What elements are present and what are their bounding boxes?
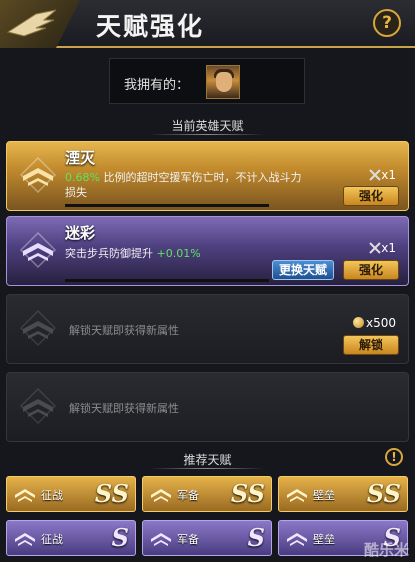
top-bar: 天赋强化 ? — [0, 0, 415, 48]
recommended-talent[interactable]: 军备 S — [142, 520, 272, 556]
rank-chevron-icon — [19, 231, 57, 269]
talent-value: +0.01% — [156, 247, 201, 260]
cost-amount: x500 — [365, 316, 396, 330]
enhance-button[interactable]: 强化 — [343, 260, 399, 280]
replace-talent-button[interactable]: 更换天赋 — [272, 260, 334, 280]
recommended-talent-name: 征战 — [41, 489, 63, 502]
talent-desc-text: 比例的超时空援军伤亡时，不计入战斗力损失 — [65, 171, 302, 199]
current-talent-section-title: 当前英雄天赋 — [171, 119, 244, 133]
info-icon[interactable]: ! — [385, 448, 403, 466]
talent-progress-bar — [65, 204, 269, 207]
unlock-hint: 解锁天赋即获得新属性 — [69, 402, 179, 415]
grade-badge: SS — [94, 479, 129, 508]
grade-badge: SS — [230, 479, 265, 508]
talent-desc-text: 突击步兵防御提升 — [65, 247, 153, 260]
section-divider — [150, 134, 265, 135]
talent-name: 湮灭 — [65, 149, 96, 167]
rank-chevron-icon — [287, 489, 307, 502]
owned-label: 我拥有的： — [124, 78, 190, 93]
rank-chevron-icon — [19, 309, 57, 347]
rank-chevron-icon — [151, 489, 171, 502]
hero-face — [216, 72, 232, 92]
unlock-button[interactable]: 解锁 — [343, 335, 399, 355]
site-watermark: 酷乐米 — [363, 541, 409, 559]
talent-card-locked[interactable]: 解锁天赋即获得新属性 — [6, 372, 409, 442]
rank-chevron-icon — [19, 387, 57, 425]
rank-chevron-icon — [287, 533, 307, 546]
recommended-talent-name: 壁垒 — [313, 489, 335, 502]
recommended-talent-name: 壁垒 — [313, 533, 335, 546]
talent-card-locked[interactable]: 解锁天赋即获得新属性 x500 解锁 — [6, 294, 409, 364]
talent-description: 突击步兵防御提升 +0.01% — [65, 246, 305, 261]
grade-badge: S — [111, 523, 129, 552]
talent-cost: x1 — [369, 241, 396, 255]
recommended-talent[interactable]: 军备 SS — [142, 476, 272, 512]
recommended-talent[interactable]: 征战 SS — [6, 476, 136, 512]
recommended-talent[interactable]: 壁垒 SS — [278, 476, 408, 512]
grade-badge: SS — [366, 479, 401, 508]
crossed-swords-icon — [369, 242, 381, 254]
cost-amount: x1 — [381, 241, 396, 255]
hero-portrait[interactable] — [206, 65, 240, 99]
talent-name: 迷彩 — [65, 224, 96, 242]
help-button[interactable]: ? — [373, 9, 401, 37]
crossed-swords-icon — [369, 169, 381, 181]
recommended-talent[interactable]: 征战 S — [6, 520, 136, 556]
talent-cost: x1 — [369, 168, 396, 182]
coin-icon — [352, 317, 364, 328]
rank-chevron-icon — [15, 489, 35, 502]
rank-chevron-icon — [151, 533, 171, 546]
unlock-cost: x500 — [352, 316, 396, 330]
unlock-hint: 解锁天赋即获得新属性 — [69, 324, 179, 337]
rank-chevron-icon — [19, 156, 57, 194]
talent-card-camouflage[interactable]: 迷彩 突击步兵防御提升 +0.01% x1 更换天赋 强化 — [6, 216, 409, 286]
recommend-section-title: 推荐天赋 — [183, 453, 232, 467]
cost-amount: x1 — [381, 168, 396, 182]
section-divider — [150, 468, 265, 469]
recommended-talent-name: 军备 — [177, 533, 199, 546]
grade-badge: S — [247, 523, 265, 552]
talent-progress-bar — [65, 279, 269, 282]
talent-value: 0.68% — [65, 171, 100, 184]
enhance-button[interactable]: 强化 — [343, 186, 399, 206]
talent-description: 0.68% 比例的超时空援军伤亡时，不计入战斗力损失 — [65, 170, 305, 200]
recommended-talent-name: 征战 — [41, 533, 63, 546]
eagle-wing-icon — [6, 9, 57, 37]
back-button[interactable] — [0, 0, 80, 48]
page-title: 天赋强化 — [96, 12, 205, 41]
recommended-talent-name: 军备 — [177, 489, 199, 502]
owned-items-panel: 我拥有的： — [109, 58, 305, 104]
talent-card-annihilate[interactable]: 湮灭 0.68% 比例的超时空援军伤亡时，不计入战斗力损失 x1 强化 — [6, 141, 409, 211]
rank-chevron-icon — [15, 533, 35, 546]
